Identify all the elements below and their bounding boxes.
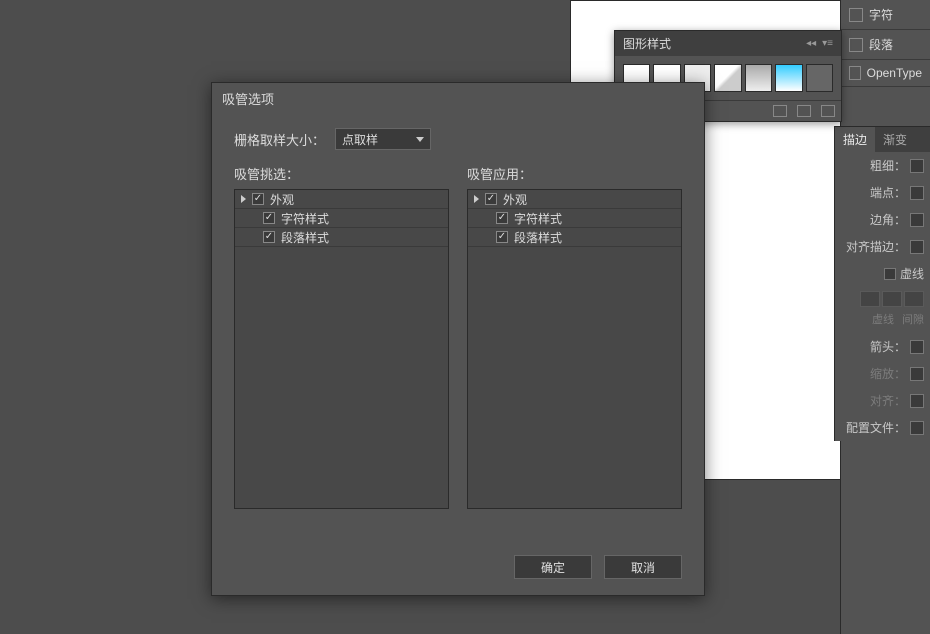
arrow-align-row: 对齐： <box>835 387 930 414</box>
panel-label: 段落 <box>869 36 893 53</box>
arrow-align-button[interactable] <box>910 394 924 408</box>
picks-label: 吸管挑选： <box>234 164 449 183</box>
picks-listbox: 外观 字符样式 段落样式 <box>234 189 449 509</box>
picks-parastyle-label: 段落样式 <box>281 229 329 246</box>
picks-appearance-label: 外观 <box>270 191 294 208</box>
arrow-scale-input[interactable] <box>910 367 924 381</box>
arrow-scale-label: 缩放： <box>870 365 906 382</box>
profile-select[interactable] <box>910 421 924 435</box>
style-swatch-5[interactable] <box>745 64 772 92</box>
eyedropper-options-dialog: 吸管选项 栅格取样大小： 点取样 吸管挑选： 外观 <box>211 82 705 596</box>
dialog-button-row: 确定 取消 <box>514 555 682 579</box>
cancel-button[interactable]: 取消 <box>604 555 682 579</box>
arrow-select[interactable] <box>910 340 924 354</box>
picks-parastyle-checkbox[interactable] <box>263 231 275 243</box>
panel-collapse-icon[interactable]: ◂◂ <box>806 38 816 49</box>
tab-stroke[interactable]: 描边 <box>835 127 875 152</box>
applies-appearance-row[interactable]: 外观 <box>468 190 681 209</box>
opentype-icon <box>849 66 861 80</box>
chevron-down-icon <box>416 137 424 142</box>
applies-appearance-checkbox[interactable] <box>485 193 497 205</box>
applies-charstyle-label: 字符样式 <box>514 210 562 227</box>
arrow-align-label: 对齐： <box>870 392 906 409</box>
style-swatch-6[interactable] <box>775 64 802 92</box>
dashed-label: 虚线 <box>900 265 924 282</box>
applies-charstyle-checkbox[interactable] <box>496 212 508 224</box>
stroke-cap-row: 端点： <box>835 179 930 206</box>
panel-menu-icon[interactable]: ▾≡ <box>822 38 833 49</box>
raster-sample-row: 栅格取样大小： 点取样 <box>234 128 682 150</box>
arrow-row: 箭头： <box>835 333 930 360</box>
dash-input[interactable] <box>860 291 880 307</box>
stroke-weight-row: 粗细： <box>835 152 930 179</box>
stroke-panel: 描边 渐变 粗细： 端点： 边角： 对齐描边： 虚线 虚线 间隙 箭头： 缩放：… <box>834 126 930 441</box>
picks-appearance-row[interactable]: 外观 <box>235 190 448 209</box>
stroke-cap-button[interactable] <box>910 186 924 200</box>
dashed-row: 虚线 <box>835 260 930 287</box>
stroke-corner-row: 边角： <box>835 206 930 233</box>
stroke-align-button[interactable] <box>910 240 924 254</box>
stroke-corner-button[interactable] <box>910 213 924 227</box>
stroke-align-row: 对齐描边： <box>835 233 930 260</box>
stroke-weight-input[interactable] <box>910 159 924 173</box>
applies-column: 吸管应用： 外观 字符样式 段落样式 <box>467 164 682 509</box>
gap-sublabel: 间隙 <box>902 311 924 327</box>
raster-sample-label: 栅格取样大小： <box>234 130 325 149</box>
picks-charstyle-checkbox[interactable] <box>263 212 275 224</box>
panel-button-opentype[interactable]: OpenType <box>841 60 930 87</box>
applies-appearance-label: 外观 <box>503 191 527 208</box>
new-style-icon[interactable] <box>797 105 811 117</box>
disclosure-triangle-icon[interactable] <box>241 195 246 203</box>
raster-sample-value: 点取样 <box>342 131 378 148</box>
stroke-corner-label: 边角： <box>870 211 906 228</box>
applies-parastyle-label: 段落样式 <box>514 229 562 246</box>
tab-gradient[interactable]: 渐变 <box>875 127 915 152</box>
gap-input[interactable] <box>882 291 902 307</box>
dash-gap-labels: 虚线 间隙 <box>835 311 930 333</box>
graphic-styles-title: 图形样式 <box>623 35 671 52</box>
arrow-label: 箭头： <box>870 338 906 355</box>
dash-sublabel: 虚线 <box>872 311 894 327</box>
applies-parastyle-checkbox[interactable] <box>496 231 508 243</box>
trash-icon[interactable] <box>821 105 835 117</box>
picks-charstyle-row[interactable]: 字符样式 <box>235 209 448 228</box>
panel-label: 字符 <box>869 6 893 23</box>
arrow-scale-row: 缩放： <box>835 360 930 387</box>
dash-gap-inputs <box>835 287 930 311</box>
style-swatch-7[interactable] <box>806 64 833 92</box>
ok-button[interactable]: 确定 <box>514 555 592 579</box>
stroke-weight-label: 粗细： <box>870 157 906 174</box>
applies-parastyle-row[interactable]: 段落样式 <box>468 228 681 247</box>
dashed-checkbox[interactable] <box>884 268 896 280</box>
disclosure-triangle-icon[interactable] <box>474 195 479 203</box>
picks-column: 吸管挑选： 外观 字符样式 段落样式 <box>234 164 449 509</box>
panel-button-paragraph[interactable]: 段落 <box>841 30 930 60</box>
break-link-icon[interactable] <box>773 105 787 117</box>
applies-charstyle-row[interactable]: 字符样式 <box>468 209 681 228</box>
raster-sample-select[interactable]: 点取样 <box>335 128 431 150</box>
paragraph-icon <box>849 38 863 52</box>
graphic-styles-titlebar[interactable]: 图形样式 ◂◂ ▾≡ <box>615 31 841 56</box>
picks-charstyle-label: 字符样式 <box>281 210 329 227</box>
picks-appearance-checkbox[interactable] <box>252 193 264 205</box>
character-icon <box>849 8 863 22</box>
panel-button-character[interactable]: 字符 <box>841 0 930 30</box>
style-swatch-4[interactable] <box>714 64 741 92</box>
picks-parastyle-row[interactable]: 段落样式 <box>235 228 448 247</box>
dialog-title: 吸管选项 <box>212 83 704 114</box>
panel-label: OpenType <box>867 66 922 80</box>
applies-listbox: 外观 字符样式 段落样式 <box>467 189 682 509</box>
stroke-cap-label: 端点： <box>870 184 906 201</box>
stroke-align-label: 对齐描边： <box>846 238 906 255</box>
applies-label: 吸管应用： <box>467 164 682 183</box>
profile-row: 配置文件： <box>835 414 930 441</box>
dash-input-2[interactable] <box>904 291 924 307</box>
stroke-panel-tabs: 描边 渐变 <box>835 127 930 152</box>
profile-label: 配置文件： <box>846 419 906 436</box>
